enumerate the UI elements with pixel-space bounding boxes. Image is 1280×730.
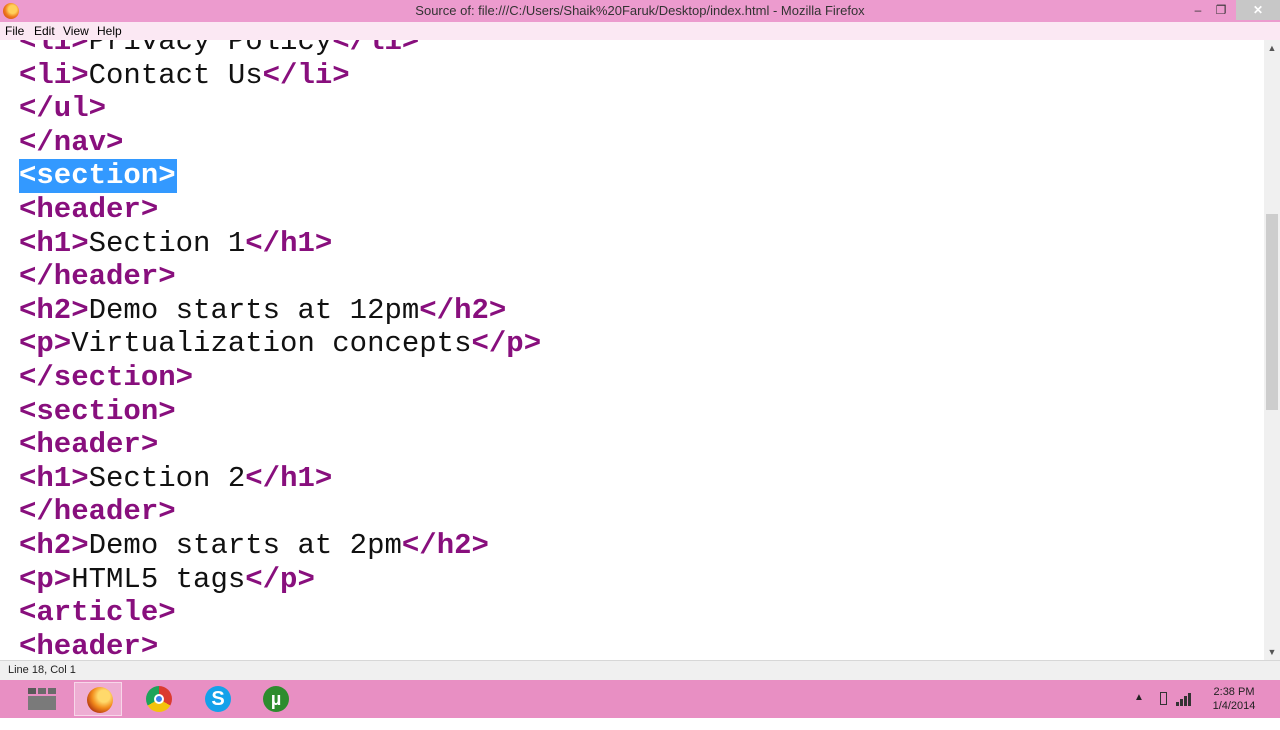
close-icon: ✕ [1252,3,1264,17]
source-line[interactable]: </header> [19,495,176,529]
html-tag: <h2> [19,529,89,562]
html-tag: </header> [19,495,176,529]
title-bar: Source of: file:///C:/Users/Shaik%20Faru… [0,0,1280,22]
network-icon[interactable] [1176,692,1192,706]
clock[interactable]: 2:38 PM 1/4/2014 [1206,685,1262,723]
maximize-button[interactable]: ❐ [1210,0,1232,20]
html-tag: </h2> [419,293,507,327]
cursor-position: Line 18, Col 1 [8,664,76,676]
text-content: Privacy Policy [88,40,333,58]
battery-icon[interactable] [1160,692,1167,705]
clock-time: 2:38 PM [1213,686,1255,698]
html-tag: </h1> [245,226,333,260]
html-tag: <li> [19,58,89,92]
taskbar-firefox[interactable] [74,682,122,716]
text-content: HTML5 tags [71,562,246,596]
source-line[interactable]: <p>Virtualization concepts</p> [19,327,541,361]
html-tag: <p> [19,327,72,361]
taskbar: S µ ▲ 2:38 PM 1/4/2014 [0,680,1280,718]
file-explorer-icon [28,688,56,710]
source-line[interactable]: </header> [19,260,176,294]
scroll-thumb[interactable] [1266,214,1278,410]
vertical-scrollbar[interactable]: ▲ ▼ [1264,40,1280,660]
utorrent-icon: µ [263,686,289,712]
scroll-up-arrow-icon[interactable]: ▲ [1264,40,1280,56]
window-title: Source of: file:///C:/Users/Shaik%20Faru… [415,3,865,18]
html-tag: <li> [19,40,89,58]
taskbar-file-explorer[interactable] [18,682,66,716]
html-tag: <section> [19,159,176,193]
menu-help[interactable]: Help [97,24,122,38]
html-tag: <section> [19,394,176,428]
source-line[interactable]: <header> [19,193,158,227]
text-content: Section 2 [88,461,246,495]
taskbar-utorrent[interactable]: µ [251,682,299,716]
chrome-icon [146,686,172,712]
text-content: Virtualization concepts [71,327,472,361]
html-tag: </header> [19,260,176,294]
source-line[interactable]: </ul> [19,92,106,126]
source-line[interactable]: <h1>Section 1</h1> [19,227,332,261]
source-line[interactable]: <p>HTML5 tags</p> [19,563,315,597]
html-tag: </h1> [245,461,333,495]
menu-edit[interactable]: Edit [34,24,55,38]
html-tag: </p> [471,327,542,361]
html-tag: </li> [332,40,420,58]
source-line[interactable]: <li>Privacy Policy</li> [19,40,419,59]
source-line[interactable]: </section> [19,361,193,395]
text-content: Contact Us [88,58,263,92]
html-tag: </h2> [401,529,489,562]
menu-bar: File Edit View Help [0,22,1280,40]
html-tag: <header> [19,428,159,462]
html-tag: </nav> [19,125,124,159]
source-line[interactable]: <h1>Section 2</h1> [19,462,332,496]
scroll-down-arrow-icon[interactable]: ▼ [1264,644,1280,660]
clock-date: 1/4/2014 [1212,700,1256,712]
html-tag: <p> [19,562,72,596]
source-line[interactable]: <h2>Demo starts at 2pm</h2> [19,529,489,563]
show-hidden-icons-button[interactable]: ▲ [1134,692,1144,730]
source-line[interactable]: <article> [19,596,176,630]
html-tag: <h1> [19,461,89,495]
source-view[interactable]: <li>Privacy Policy</li> <li>Contact Us</l… [0,40,1264,660]
html-tag: <h1> [19,226,89,260]
menu-file[interactable]: File [5,24,24,38]
taskbar-skype[interactable]: S [193,682,241,716]
html-tag: </li> [262,58,350,92]
skype-icon: S [205,686,231,712]
html-tag: </p> [245,562,315,596]
text-content: Demo starts at 2pm [88,529,402,562]
html-tag: </ul> [19,92,107,126]
menu-view[interactable]: View [63,24,89,38]
source-line[interactable]: <header> [19,630,158,660]
minimize-button[interactable]: – [1188,0,1208,20]
source-line[interactable]: <section> [19,395,176,429]
html-tag: <header> [19,193,159,226]
text-content: Section 1 [88,226,246,260]
close-button[interactable]: ✕ [1236,0,1280,20]
taskbar-chrome[interactable] [134,682,182,716]
source-line[interactable]: <header> [19,428,158,462]
text-content: Demo starts at 12pm [88,293,420,327]
source-line[interactable]: <li>Contact Us</li> [19,59,350,93]
status-bar: Line 18, Col 1 [0,660,1280,681]
html-tag: </section> [19,361,194,394]
html-tag: <header> [19,629,159,660]
source-line[interactable]: <h2>Demo starts at 12pm</h2> [19,294,506,328]
html-tag: <h2> [19,293,89,327]
firefox-icon [87,687,113,713]
source-line[interactable]: </nav> [19,126,123,160]
selected-source-line[interactable]: <section> [19,159,177,194]
html-tag: <article> [19,596,176,630]
